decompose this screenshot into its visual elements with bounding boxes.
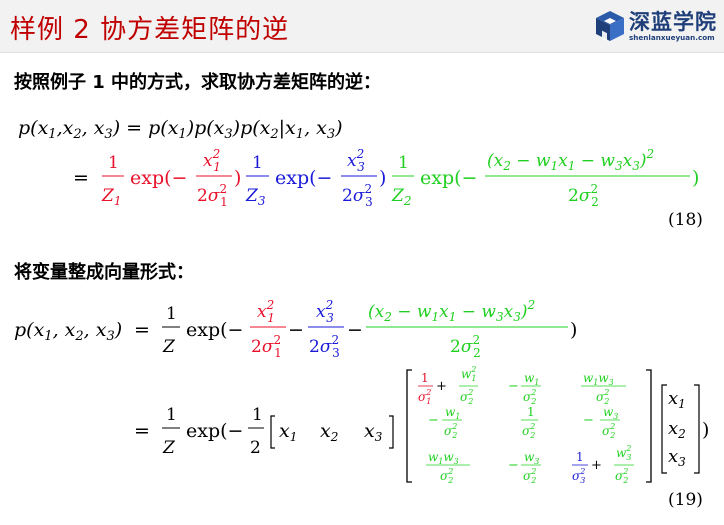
svg-text:x2: x2: [668, 418, 686, 441]
svg-text:σ22: σ2 2: [522, 422, 535, 440]
section-heading-1: 按照例子 1 中的方式，求取协方差矩阵的逆：: [14, 72, 382, 93]
svg-text:Z: Z: [162, 337, 176, 357]
svg-text:+: +: [591, 458, 602, 473]
svg-text:w21: w2 1: [461, 365, 476, 383]
svg-text:1: 1: [527, 405, 535, 419]
svg-text:−: −: [288, 319, 304, 341]
svg-text:σ22: σ2 2: [444, 422, 457, 440]
svg-text:exp(−: exp(−: [130, 167, 187, 189]
svg-text:x3: x3: [668, 446, 686, 469]
section-heading-2: 将变量整成向量形式：: [14, 262, 194, 283]
svg-text:exp(−: exp(−: [186, 420, 243, 442]
svg-text:exp(−: exp(−: [275, 167, 332, 189]
equation-number-18: (18): [668, 210, 703, 230]
svg-text:σ22: σ2 2: [523, 467, 536, 485]
svg-text:): ): [692, 167, 699, 189]
svg-text:σ21: σ2 1: [418, 388, 431, 406]
svg-text:w3: w3: [603, 405, 618, 421]
svg-text:(x2 − w1x1 − w3x3)2: (x2 − w1x1 − w3x3)2: [487, 147, 654, 173]
svg-text:−: −: [508, 458, 519, 473]
svg-text:2: 2: [250, 438, 261, 458]
svg-text:−: −: [428, 413, 439, 428]
svg-text:σ22: σ2 2: [602, 422, 615, 440]
svg-text:p(x1,x2, x3) = p(x1)p(x3)p(x2|: p(x1,x2, x3) = p(x1)p(x3)p(x2|x1, x3): [18, 117, 343, 142]
svg-text:x23: x2 3: [316, 298, 334, 325]
svg-text:1: 1: [398, 153, 409, 173]
equation-number-19: (19): [668, 490, 703, 510]
svg-text:2σ23: 2σ2 3: [309, 333, 340, 360]
svg-text:exp(−: exp(−: [186, 319, 243, 341]
svg-text:1: 1: [166, 405, 177, 425]
svg-text:=: =: [134, 319, 150, 341]
svg-text:(x2 − w1x1 − w3x3)2: (x2 − w1x1 − w3x3)2: [368, 298, 535, 324]
svg-text:x21: x2 1: [203, 147, 221, 174]
svg-text:): ): [702, 419, 709, 441]
svg-text:1: 1: [576, 450, 584, 464]
equation-18: p(x1,x2, x3) = p(x1)p(x3)p(x2|x1, x3) = …: [18, 117, 699, 209]
svg-text:1: 1: [252, 153, 263, 173]
svg-text:): ): [379, 167, 386, 189]
slide-header: 样例 2 协方差矩阵的逆 深蓝学院 shenlanxueyuan.com: [0, 0, 724, 53]
svg-text:): ): [570, 319, 577, 341]
svg-text:x1: x1: [668, 388, 686, 411]
svg-text:x1: x1: [279, 420, 297, 444]
svg-text:Z2: Z2: [391, 186, 411, 208]
svg-text:2σ23: 2σ2 3: [342, 182, 373, 209]
svg-text:Z3: Z3: [245, 186, 266, 208]
svg-text:w1w3: w1w3: [583, 371, 614, 387]
svg-text:w3: w3: [524, 450, 539, 466]
svg-text:σ22: σ2 2: [596, 388, 609, 406]
svg-text:1: 1: [108, 153, 119, 173]
svg-text:Z1: Z1: [101, 186, 121, 208]
svg-text:−: −: [583, 413, 594, 428]
svg-text:−: −: [508, 379, 519, 394]
svg-text:1: 1: [421, 371, 429, 385]
svg-text:2σ22: 2σ2 2: [450, 333, 481, 360]
svg-text:w1: w1: [445, 405, 460, 421]
svg-text:2σ22: 2σ2 2: [568, 182, 599, 209]
svg-text:2σ21: 2σ2 1: [251, 333, 282, 360]
svg-text:x2: x2: [320, 420, 338, 444]
svg-text:): ): [234, 167, 241, 189]
svg-text:x3: x3: [364, 420, 383, 444]
logo-text: 深蓝学院: [629, 10, 717, 34]
svg-text:exp(−: exp(−: [420, 167, 477, 189]
svg-text:x21: x2 1: [257, 298, 275, 325]
svg-text:+: +: [436, 379, 447, 394]
svg-text:Z: Z: [162, 438, 176, 458]
slide-title: 样例 2 协方差矩阵的逆: [10, 15, 290, 45]
svg-text:2σ21: 2σ2 1: [197, 182, 228, 209]
svg-text:−: −: [347, 319, 363, 341]
cube-logo-icon: [596, 11, 624, 42]
svg-text:w1: w1: [524, 371, 539, 387]
logo-url: shenlanxueyuan.com: [629, 33, 715, 42]
equation-19: p(x1, x2, x3) = 1 Z exp(− x2 1 2σ2 1 − x2 3…: [14, 298, 709, 485]
svg-text:=: =: [73, 167, 89, 189]
svg-text:σ22: σ2 2: [460, 388, 473, 406]
svg-text:1: 1: [252, 405, 263, 425]
svg-text:σ22: σ2 2: [523, 388, 536, 406]
svg-text:w23: w2 3: [616, 444, 631, 462]
svg-text:σ23: σ2 3: [572, 467, 585, 485]
svg-text:σ22: σ2 2: [615, 467, 628, 485]
svg-text:1: 1: [166, 304, 177, 324]
brand-logo: 深蓝学院 shenlanxueyuan.com: [593, 6, 721, 46]
svg-text:p(x1, x2, x3): p(x1, x2, x3): [14, 319, 122, 344]
svg-text:σ22: σ2 2: [440, 467, 453, 485]
svg-text:w1w3: w1w3: [428, 450, 459, 466]
svg-text:x23: x2 3: [347, 147, 365, 174]
svg-text:=: =: [134, 420, 150, 442]
